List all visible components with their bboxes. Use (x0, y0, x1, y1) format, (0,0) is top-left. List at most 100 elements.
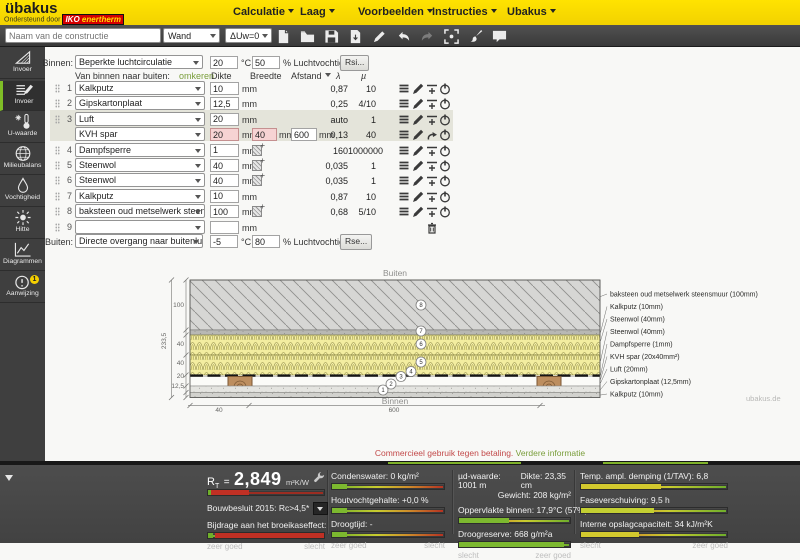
layer-material-select[interactable]: KVH spar (75, 127, 205, 142)
new-document-icon[interactable] (276, 29, 291, 44)
drag-handle-icon[interactable] (55, 84, 60, 93)
drag-handle-icon[interactable] (55, 99, 60, 109)
binnen-humidity-input[interactable] (252, 56, 280, 69)
sidebar-item-sun[interactable]: Hitte (0, 209, 45, 239)
sidebar-item-alert[interactable]: Aanwijzing 1 (0, 273, 45, 303)
texture-icon[interactable]: + (252, 141, 265, 156)
layer-insert-icon[interactable] (426, 159, 438, 171)
drag-handle-icon[interactable] (55, 114, 60, 124)
layer-spacing-input[interactable] (291, 128, 317, 142)
layer-power-icon[interactable] (439, 113, 451, 126)
drag-handle-icon[interactable] (55, 161, 60, 170)
layer-power-icon[interactable] (439, 190, 451, 203)
layer-width-input[interactable] (252, 128, 277, 142)
layer-pencil-icon[interactable] (412, 144, 424, 156)
layer-menu-icon[interactable] (398, 144, 410, 156)
save-icon[interactable] (324, 29, 339, 44)
buiten-surface-select[interactable]: Directe overgang naar buitenlucht (75, 234, 203, 248)
paintbrush-icon[interactable] (468, 29, 483, 44)
texture-icon[interactable]: + (252, 156, 265, 171)
construction-type-select[interactable]: Wand (163, 28, 220, 43)
layer-thickness-input[interactable] (210, 189, 239, 203)
layer-pencil-icon[interactable] (412, 82, 424, 94)
layer-power-icon[interactable] (439, 205, 451, 218)
layer-power-icon[interactable] (439, 174, 451, 187)
sidebar-item-droplet[interactable]: Vochtigheid (0, 177, 45, 207)
menu-ubakus[interactable]: Ubakus (507, 6, 556, 18)
layer-power-icon[interactable] (439, 159, 451, 172)
layer-insert-icon[interactable] (426, 113, 438, 125)
layer-menu-icon[interactable] (398, 174, 410, 186)
layer-trash-icon[interactable] (426, 221, 438, 234)
layer-power-icon[interactable] (439, 82, 451, 95)
pdf-export-icon[interactable] (348, 29, 363, 44)
layer-insert-icon[interactable] (426, 97, 438, 110)
menu-instructies[interactable]: Instructies (432, 6, 497, 18)
binnen-surface-select[interactable]: Beperkte luchtcirculatie (75, 55, 203, 69)
binnen-temp-input[interactable] (210, 56, 238, 69)
drag-handle-icon[interactable] (55, 191, 60, 201)
edit-pencil-icon[interactable] (372, 29, 387, 44)
drag-handle-icon[interactable] (55, 207, 60, 217)
layer-thickness-input[interactable] (210, 97, 239, 111)
col-header-afstand[interactable]: Afstand (291, 71, 331, 81)
more-info-link[interactable]: Verdere informatie (516, 448, 585, 458)
layer-thickness-input[interactable] (210, 205, 239, 219)
reverse-layers-link[interactable]: omkeren (179, 71, 214, 81)
layer-thickness-input[interactable] (210, 220, 239, 234)
texture-icon[interactable]: + (252, 202, 265, 218)
layer-material-select[interactable]: Steenwol (75, 173, 205, 188)
layer-power-icon[interactable] (439, 144, 451, 157)
bouwbesluit-dropdown[interactable] (313, 502, 329, 515)
construction-name-input[interactable] (5, 28, 161, 43)
layer-pencil-icon[interactable] (412, 205, 424, 218)
layer-material-select[interactable]: Kalkputz (75, 188, 205, 203)
layer-menu-icon[interactable] (398, 82, 410, 94)
layer-menu-icon[interactable] (398, 205, 410, 217)
layer-material-select[interactable]: Gipskartonplaat (75, 96, 205, 111)
layer-material-select[interactable]: Dampfsperre (75, 142, 205, 157)
layer-power-icon[interactable] (439, 128, 451, 141)
wrench-icon[interactable] (313, 471, 325, 483)
undo-icon[interactable] (396, 29, 411, 44)
layer-thickness-input[interactable] (210, 82, 239, 95)
layer-material-select[interactable] (75, 219, 205, 234)
drag-handle-icon[interactable] (55, 176, 60, 186)
menu-voorbeelden[interactable]: Voorbeelden (358, 6, 433, 18)
layer-pencil-icon[interactable] (412, 113, 424, 125)
layer-insert-icon[interactable] (426, 144, 438, 156)
layer-thickness-input[interactable] (210, 112, 239, 126)
layer-material-select[interactable]: Kalkputz (75, 81, 205, 95)
open-folder-icon[interactable] (300, 29, 315, 44)
layer-pencil-icon[interactable] (412, 190, 424, 202)
sidebar-item-layers-edit[interactable]: Invoer (0, 81, 45, 111)
sidebar-item-globe[interactable]: Milieubalans (0, 145, 45, 175)
drag-handle-icon[interactable] (55, 145, 60, 155)
buiten-humidity-input[interactable] (252, 235, 280, 248)
layer-pencil-icon[interactable] (412, 159, 424, 171)
layer-thickness-input[interactable] (210, 143, 239, 157)
rsi-button[interactable]: Rsi... (340, 55, 370, 71)
layer-material-select[interactable]: Steenwol (75, 158, 205, 172)
layer-thickness-input[interactable] (210, 159, 239, 172)
layer-thickness-input[interactable] (210, 174, 239, 188)
menu-calculatie[interactable]: Calculatie (233, 6, 294, 18)
layer-insert-icon[interactable] (426, 174, 438, 187)
layer-menu-icon[interactable] (398, 159, 410, 171)
layer-pencil-icon[interactable] (412, 128, 424, 141)
layer-power-icon[interactable] (439, 97, 451, 110)
layer-insert-icon[interactable] (426, 82, 438, 94)
texture-icon[interactable]: + (252, 171, 265, 187)
layer-insert-icon[interactable] (426, 205, 438, 218)
panel-collapse-button[interactable] (5, 475, 13, 485)
comment-icon[interactable] (492, 29, 507, 44)
wall-layers[interactable] (189, 279, 601, 398)
rse-button[interactable]: Rse... (340, 234, 373, 250)
layer-menu-icon[interactable] (398, 190, 410, 202)
buiten-temp-input[interactable] (210, 235, 238, 248)
layer-material-select[interactable]: baksteen oud metselwerk steensmuur (75, 204, 205, 219)
layer-undo-icon[interactable] (426, 128, 438, 140)
menu-laag[interactable]: Laag (300, 6, 335, 18)
layer-pencil-icon[interactable] (412, 174, 424, 187)
layer-insert-icon[interactable] (426, 190, 438, 202)
